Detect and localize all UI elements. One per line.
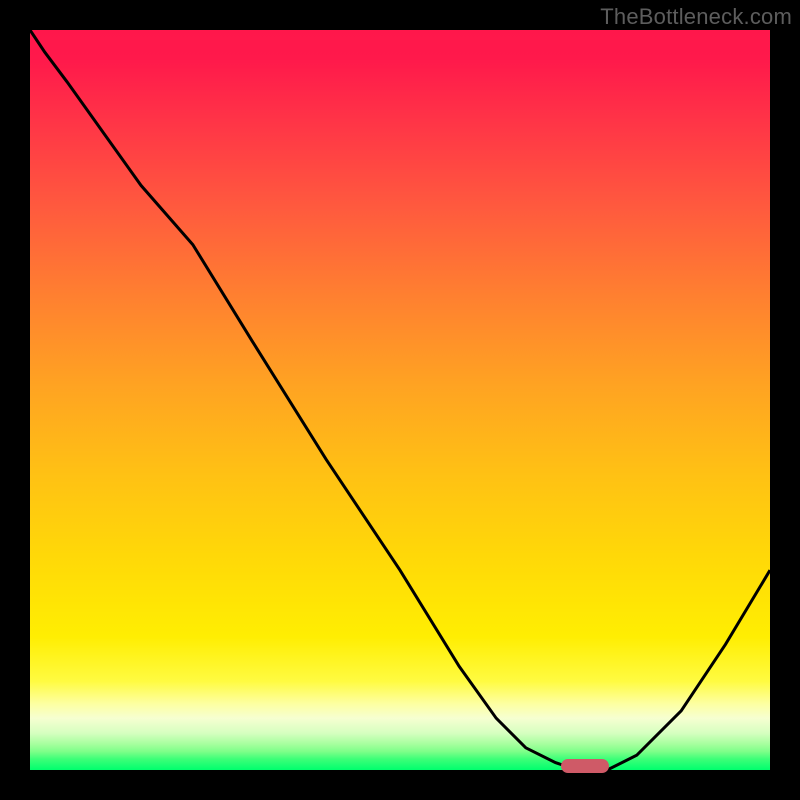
optimal-point-marker: [561, 759, 609, 773]
curve-path: [30, 30, 770, 770]
watermark-text: TheBottleneck.com: [600, 4, 792, 30]
chart-frame: TheBottleneck.com: [0, 0, 800, 800]
plot-area: [30, 30, 770, 770]
bottleneck-curve: [30, 30, 770, 770]
